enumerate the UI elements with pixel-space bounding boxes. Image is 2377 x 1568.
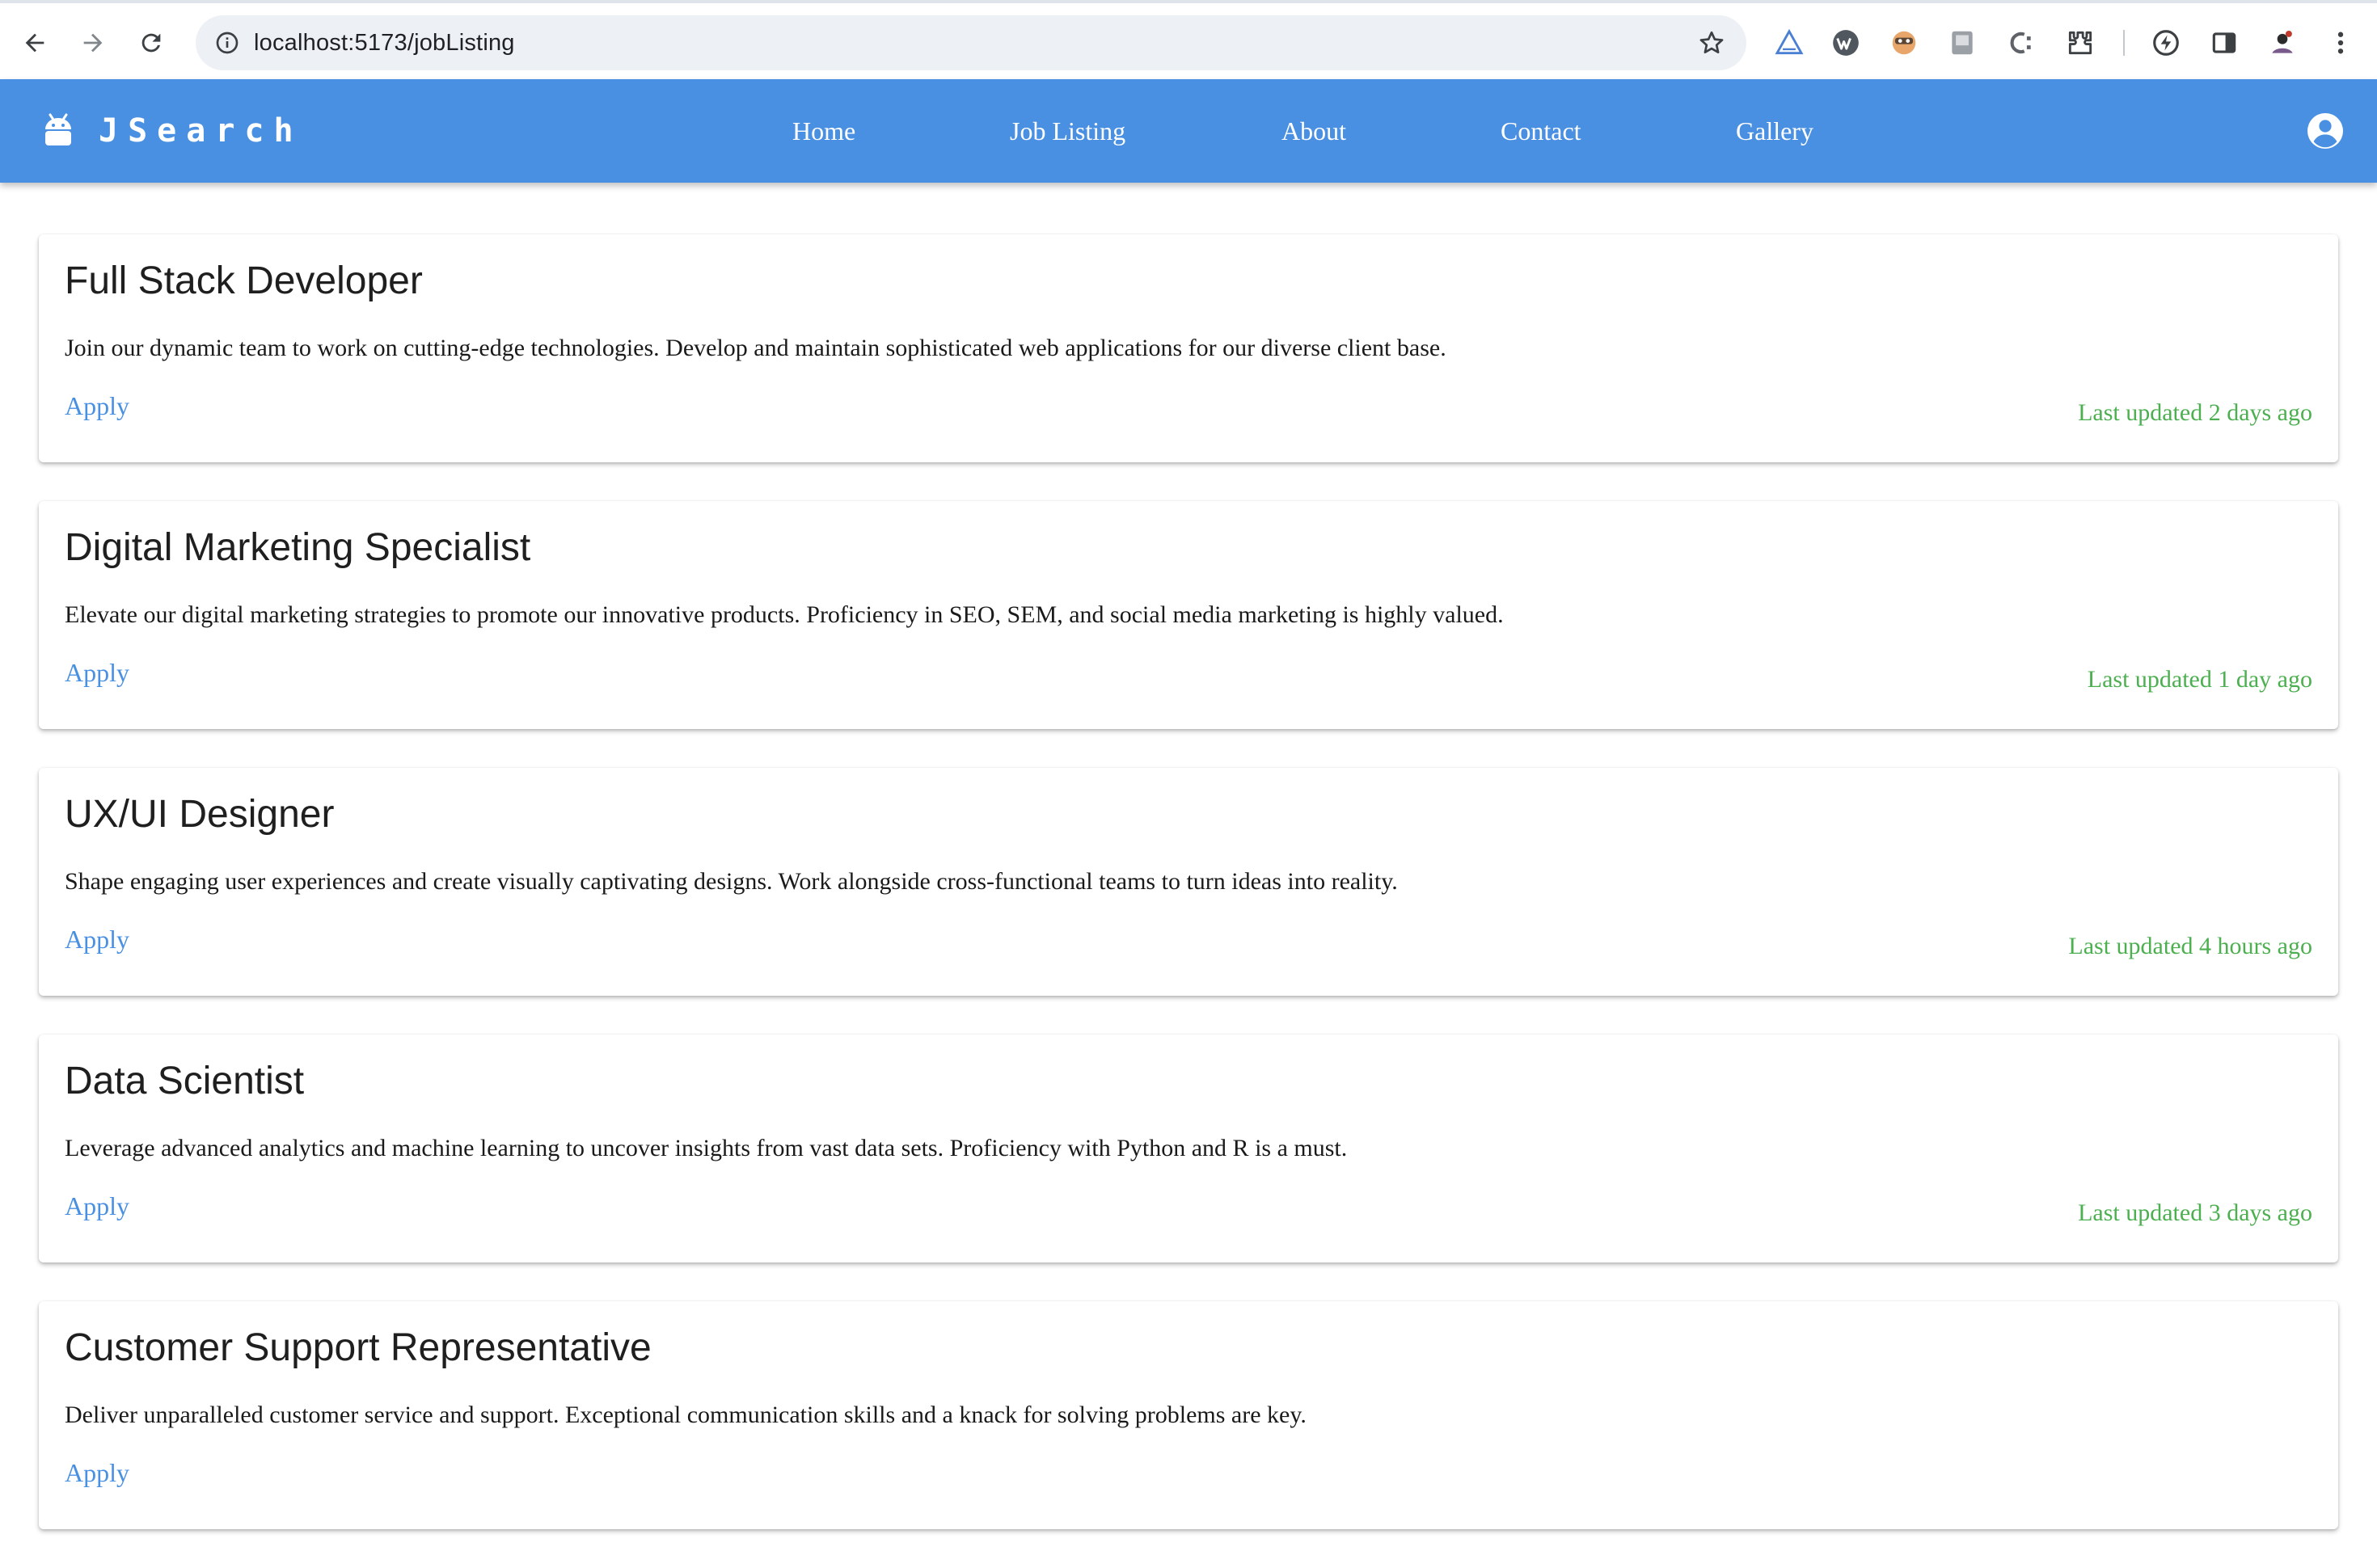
job-title: Digital Marketing Specialist xyxy=(65,526,531,569)
css-extension-button[interactable] xyxy=(2002,24,2039,61)
job-card: Data Scientist Leverage advanced analyti… xyxy=(39,1035,2338,1262)
apply-link[interactable]: Apply xyxy=(65,1191,129,1221)
apply-link[interactable]: Apply xyxy=(65,925,129,955)
job-description: Elevate our digital marketing strategies… xyxy=(65,601,1504,628)
job-title: Full Stack Developer xyxy=(65,259,423,302)
nav-link-gallery[interactable]: Gallery xyxy=(1736,79,1813,183)
browser-menu-button[interactable] xyxy=(2322,24,2359,61)
brand-name: JSearch xyxy=(99,112,303,150)
url-text[interactable]: localhost:5173/jobListing xyxy=(254,15,515,70)
site-info-button[interactable] xyxy=(209,24,246,61)
triangle-extension-button[interactable] xyxy=(1771,24,1808,61)
job-description: Leverage advanced analytics and machine … xyxy=(65,1135,1348,1161)
reload-button[interactable] xyxy=(129,21,173,65)
side-panel-button[interactable] xyxy=(2206,24,2243,61)
apply-link[interactable]: Apply xyxy=(65,391,129,421)
arrow-right-icon xyxy=(83,33,103,53)
last-updated-text: Last updated 1 day ago xyxy=(2087,666,2312,693)
browser-toolbar: localhost:5173/jobListing xyxy=(0,0,2377,79)
reader-extension-button[interactable] xyxy=(1944,24,1981,61)
app-navbar: JSearch Home Job Listing About Contact G… xyxy=(0,79,2377,183)
job-list: Full Stack Developer Join our dynamic te… xyxy=(39,234,2338,1568)
lightning-extension-icon xyxy=(2153,30,2179,56)
kebab-menu-icon xyxy=(2337,32,2344,54)
toolbar-divider xyxy=(2123,30,2125,56)
puzzle-extensions-icon xyxy=(2068,31,2092,55)
android-icon xyxy=(45,113,71,145)
last-updated-text: Last updated 4 hours ago xyxy=(2068,933,2312,959)
side-panel-icon xyxy=(2212,32,2236,53)
reload-icon xyxy=(141,33,161,53)
address-bar[interactable]: localhost:5173/jobListing xyxy=(196,15,1746,70)
extensions-button[interactable] xyxy=(2062,24,2099,61)
nav-link-job-listing[interactable]: Job Listing xyxy=(1010,79,1125,183)
profile-avatar-icon xyxy=(2269,30,2295,56)
face-extension-button[interactable] xyxy=(1885,24,1923,61)
lightning-extension-button[interactable] xyxy=(2147,24,2185,61)
job-card: Full Stack Developer Join our dynamic te… xyxy=(39,234,2338,462)
arrow-left-icon xyxy=(25,33,44,53)
bookmark-button[interactable] xyxy=(1695,26,1729,60)
back-button[interactable] xyxy=(13,21,57,65)
job-description: Join our dynamic team to work on cutting… xyxy=(65,335,1446,361)
triangle-extension-icon xyxy=(1775,28,1804,55)
job-title: Data Scientist xyxy=(65,1060,305,1102)
profile-button[interactable] xyxy=(2264,24,2301,61)
job-card: Customer Support Representative Deliver … xyxy=(39,1301,2338,1529)
forward-button[interactable] xyxy=(71,21,115,65)
nav-link-about[interactable]: About xyxy=(1281,79,1346,183)
brand-logo[interactable]: JSearch xyxy=(42,79,303,183)
job-card: Digital Marketing Specialist Elevate our… xyxy=(39,501,2338,729)
wordpress-extension-button[interactable] xyxy=(1827,24,1864,61)
css-extension-icon xyxy=(2010,32,2031,54)
job-title: Customer Support Representative xyxy=(65,1326,652,1369)
job-description: Shape engaging user experiences and crea… xyxy=(65,868,1398,895)
apply-link[interactable]: Apply xyxy=(65,1458,129,1488)
job-description: Deliver unparalleled customer service an… xyxy=(65,1402,1307,1428)
face-extension-icon xyxy=(1892,31,1916,55)
wordpress-extension-icon xyxy=(1833,30,1859,56)
job-title: UX/UI Designer xyxy=(65,793,335,836)
job-card: UX/UI Designer Shape engaging user exper… xyxy=(39,768,2338,996)
star-icon xyxy=(1699,31,1724,54)
reader-extension-icon xyxy=(1952,31,1973,55)
apply-link[interactable]: Apply xyxy=(65,658,129,688)
account-circle-icon[interactable] xyxy=(2306,112,2345,150)
nav-link-contact[interactable]: Contact xyxy=(1501,79,1581,183)
nav-link-home[interactable]: Home xyxy=(792,79,855,183)
last-updated-text: Last updated 3 days ago xyxy=(2078,1199,2312,1226)
last-updated-text: Last updated 2 days ago xyxy=(2078,399,2312,426)
info-icon xyxy=(216,32,239,54)
